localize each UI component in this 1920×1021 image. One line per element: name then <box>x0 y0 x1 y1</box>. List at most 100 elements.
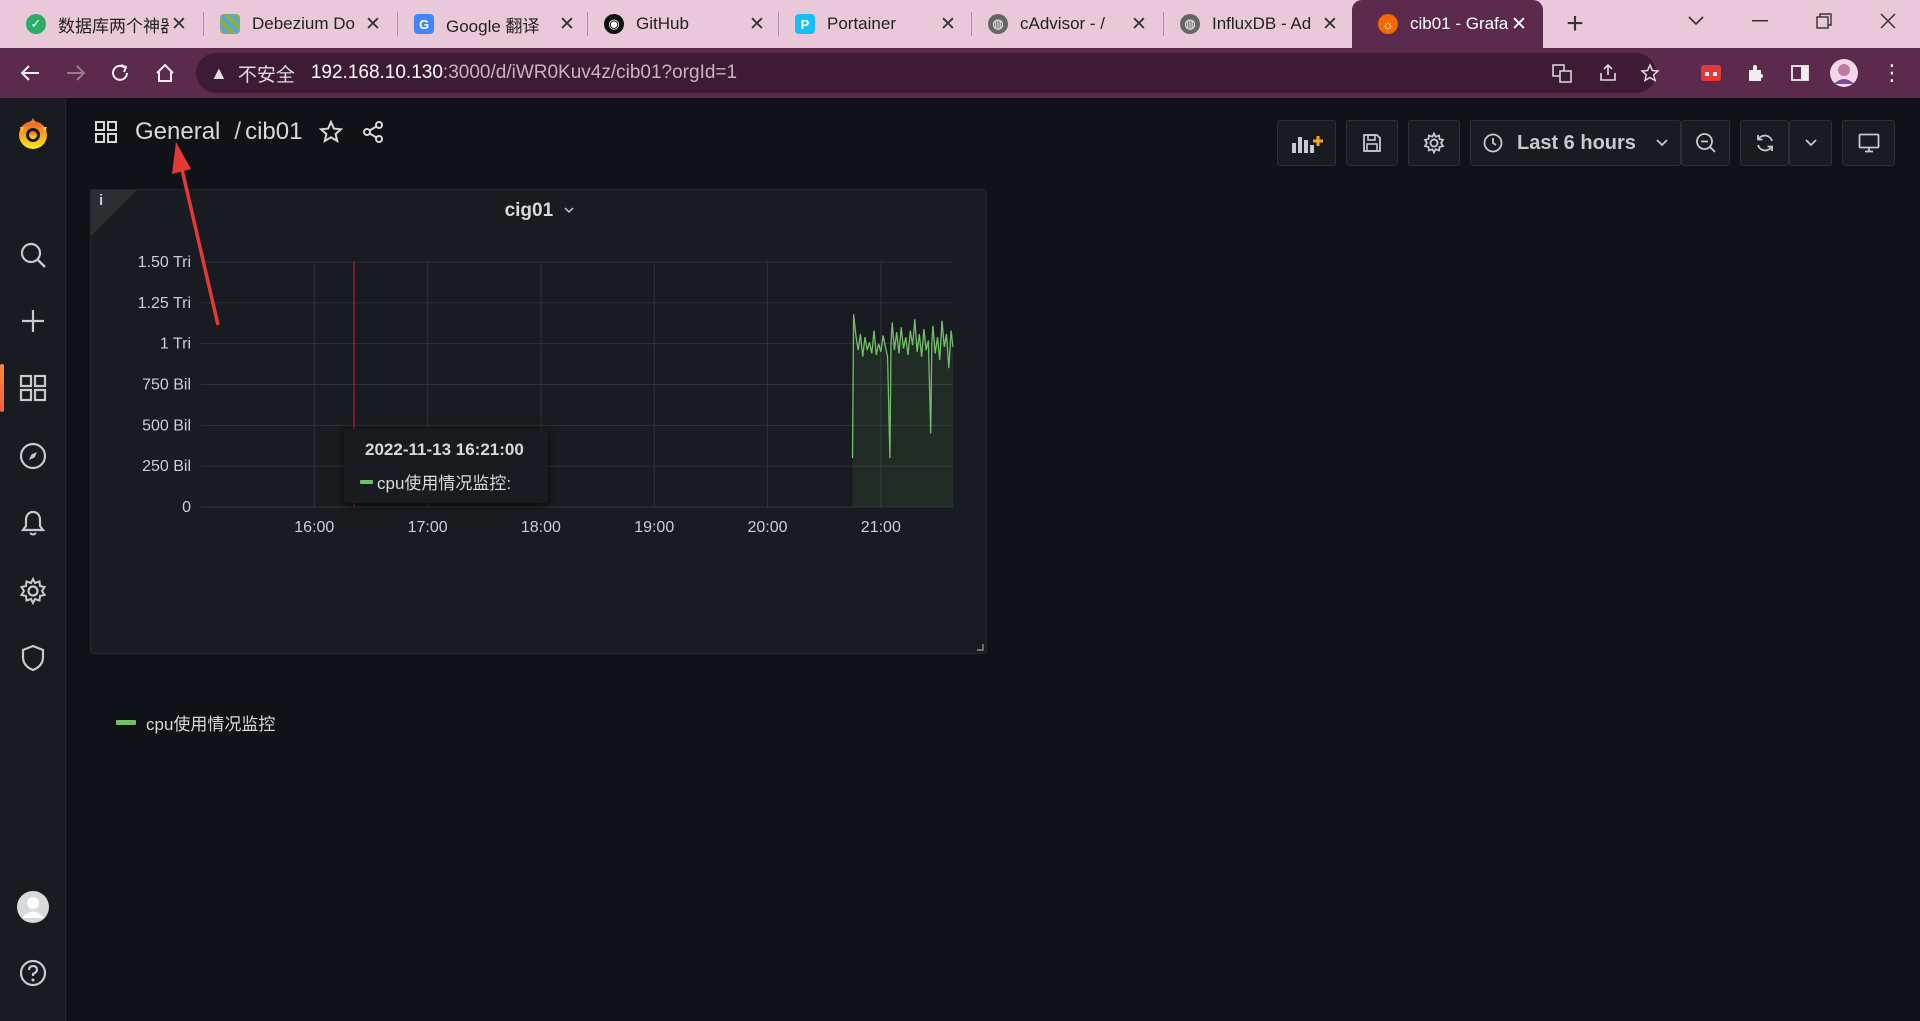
tab-title: cAdvisor - / <box>1020 14 1106 33</box>
grafana-sidenav <box>0 98 66 1021</box>
tab-title: 数据库两个神器 <box>58 16 169 36</box>
share-icon[interactable] <box>1594 59 1622 87</box>
close-icon[interactable]: ✕ <box>363 13 383 36</box>
browser-tab-bar: ✓ 数据库两个神器 ✕ Debezium Do ✕ G Google 翻译 ✕ … <box>0 0 1920 48</box>
zoom-out-icon <box>1695 133 1716 153</box>
url-host: 192.168.10.130 <box>310 62 443 83</box>
y-tick-label: 0 <box>182 499 191 516</box>
add-panel-icon <box>1291 136 1323 153</box>
zoom-out-button[interactable] <box>1681 120 1730 166</box>
resize-handle-icon[interactable] <box>976 643 984 651</box>
extensions-puzzle-icon[interactable] <box>1740 57 1772 89</box>
browser-tab-4[interactable]: P Portainer ✕ <box>769 0 972 48</box>
explore-compass-icon[interactable] <box>0 428 66 484</box>
close-icon[interactable]: ✕ <box>1509 13 1529 36</box>
alerting-bell-icon[interactable] <box>0 495 66 551</box>
browser-tab-3[interactable]: ◉ GitHub ✕ <box>578 0 781 48</box>
tab-title: cib01 - Grafan <box>1410 14 1509 33</box>
x-tick-label: 18:00 <box>521 519 561 536</box>
tab-search-icon[interactable] <box>1668 0 1724 42</box>
github-icon: ◉ <box>604 14 624 34</box>
legend-swatch <box>116 720 136 725</box>
monitor-icon <box>1858 133 1879 153</box>
save-icon <box>1363 134 1381 152</box>
refresh-interval-dropdown[interactable] <box>1789 120 1832 166</box>
save-dashboard-button[interactable] <box>1346 120 1398 166</box>
tab-title: Debezium Do <box>252 14 355 33</box>
legend-item[interactable]: cpu使用情况监控 <box>116 710 275 735</box>
tooltip-time: 2022-11-13 16:21:00 <box>365 440 524 459</box>
side-panel-icon[interactable] <box>1784 57 1816 89</box>
window-close-icon[interactable] <box>1860 0 1916 42</box>
x-tick-label: 20:00 <box>747 519 787 536</box>
browser-tab-6[interactable]: ◍ InfluxDB - Ad ✕ <box>1154 0 1354 48</box>
close-icon[interactable]: ✕ <box>1320 13 1340 36</box>
panel-title[interactable]: cig01 <box>505 200 554 221</box>
configuration-gear-icon[interactable] <box>0 563 66 619</box>
close-icon[interactable]: ✕ <box>169 13 189 36</box>
minimize-icon[interactable] <box>1732 0 1788 42</box>
new-tab-button[interactable]: + <box>1557 6 1593 42</box>
dashboards-icon[interactable] <box>0 360 66 416</box>
y-tick-label: 500 Bil <box>142 417 191 434</box>
cycle-view-mode-button[interactable] <box>1842 120 1895 166</box>
debezium-icon <box>220 14 240 34</box>
browser-tab-7[interactable]: ☼ cib01 - Grafan ✕ <box>1352 0 1543 48</box>
google-translate-icon: G <box>414 14 434 34</box>
browser-toolbar: ▲ 不安全 192.168.10.130 :3000/d/iWR0Kuv4z/c… <box>0 48 1920 98</box>
search-icon[interactable] <box>0 227 66 283</box>
add-panel-button[interactable] <box>1277 120 1336 166</box>
graph-tooltip: 2022-11-13 16:21:00 cpu使用情况监控: <box>344 429 548 503</box>
tooltip-swatch <box>360 479 373 484</box>
bookmark-star-icon[interactable] <box>1636 59 1664 87</box>
profile-avatar[interactable] <box>1828 57 1860 89</box>
translate-icon[interactable] <box>1548 59 1576 87</box>
warning-icon[interactable]: ▲ <box>210 63 228 84</box>
close-icon[interactable]: ✕ <box>747 13 767 36</box>
legend-label: cpu使用情况监控 <box>146 715 276 734</box>
restore-icon[interactable] <box>1796 0 1852 42</box>
browser-tab-0[interactable]: ✓ 数据库两个神器 ✕ <box>0 0 203 48</box>
extension-red-icon[interactable] <box>1695 57 1727 89</box>
url-path: :3000/d/iWR0Kuv4z/cib01?orgId=1 <box>442 62 738 83</box>
close-icon[interactable]: ✕ <box>557 13 577 36</box>
close-icon[interactable]: ✕ <box>1129 13 1149 36</box>
time-range-label: Last 6 hours <box>1517 131 1636 154</box>
insecure-label: 不安全 <box>237 64 295 86</box>
x-tick-label: 16:00 <box>294 519 334 536</box>
user-avatar[interactable] <box>0 879 66 935</box>
reload-icon[interactable] <box>104 57 136 89</box>
dashboard-main: General / cib01 Last 6 hours i cig01 0 2… <box>67 98 1920 1021</box>
time-range-picker[interactable]: Last 6 hours <box>1470 120 1681 166</box>
server-admin-shield-icon[interactable] <box>0 630 66 686</box>
home-icon[interactable] <box>149 57 181 89</box>
x-tick-label: 21:00 <box>861 519 901 536</box>
x-tick-label: 19:00 <box>634 519 674 536</box>
clock-icon <box>1483 133 1503 153</box>
browser-tab-2[interactable]: G Google 翻译 ✕ <box>388 0 591 48</box>
dashboard-settings-button[interactable] <box>1408 120 1460 166</box>
gear-icon <box>1423 132 1445 154</box>
annotation-arrow <box>172 142 220 326</box>
forward-icon[interactable] <box>60 57 92 89</box>
chevron-down-icon <box>1804 139 1817 147</box>
help-icon[interactable] <box>0 945 66 1001</box>
tab-title: GitHub <box>636 14 689 33</box>
tooltip-series-label: cpu使用情况监控: <box>377 474 512 493</box>
tooltip-series-row: cpu使用情况监控: <box>360 469 511 494</box>
browser-tab-1[interactable]: Debezium Do ✕ <box>194 0 397 48</box>
browser-menu-icon[interactable]: ⋮ <box>1876 57 1908 89</box>
grafana-logo-icon[interactable] <box>0 106 66 162</box>
close-icon[interactable]: ✕ <box>938 13 958 36</box>
browser-tab-5[interactable]: ◍ cAdvisor - / ✕ <box>962 0 1163 48</box>
wechat-icon: ✓ <box>26 14 46 34</box>
chevron-down-icon <box>1656 139 1668 147</box>
plus-icon[interactable] <box>0 293 66 349</box>
tab-title: InfluxDB - Ad <box>1212 14 1312 33</box>
refresh-icon <box>1756 134 1773 152</box>
back-icon[interactable] <box>14 57 46 89</box>
grafana-icon: ☼ <box>1378 14 1398 34</box>
tab-title: Google 翻译 <box>446 16 540 36</box>
address-bar[interactable]: ▲ 不安全 192.168.10.130 :3000/d/iWR0Kuv4z/c… <box>196 53 1660 93</box>
refresh-button[interactable] <box>1740 120 1789 166</box>
